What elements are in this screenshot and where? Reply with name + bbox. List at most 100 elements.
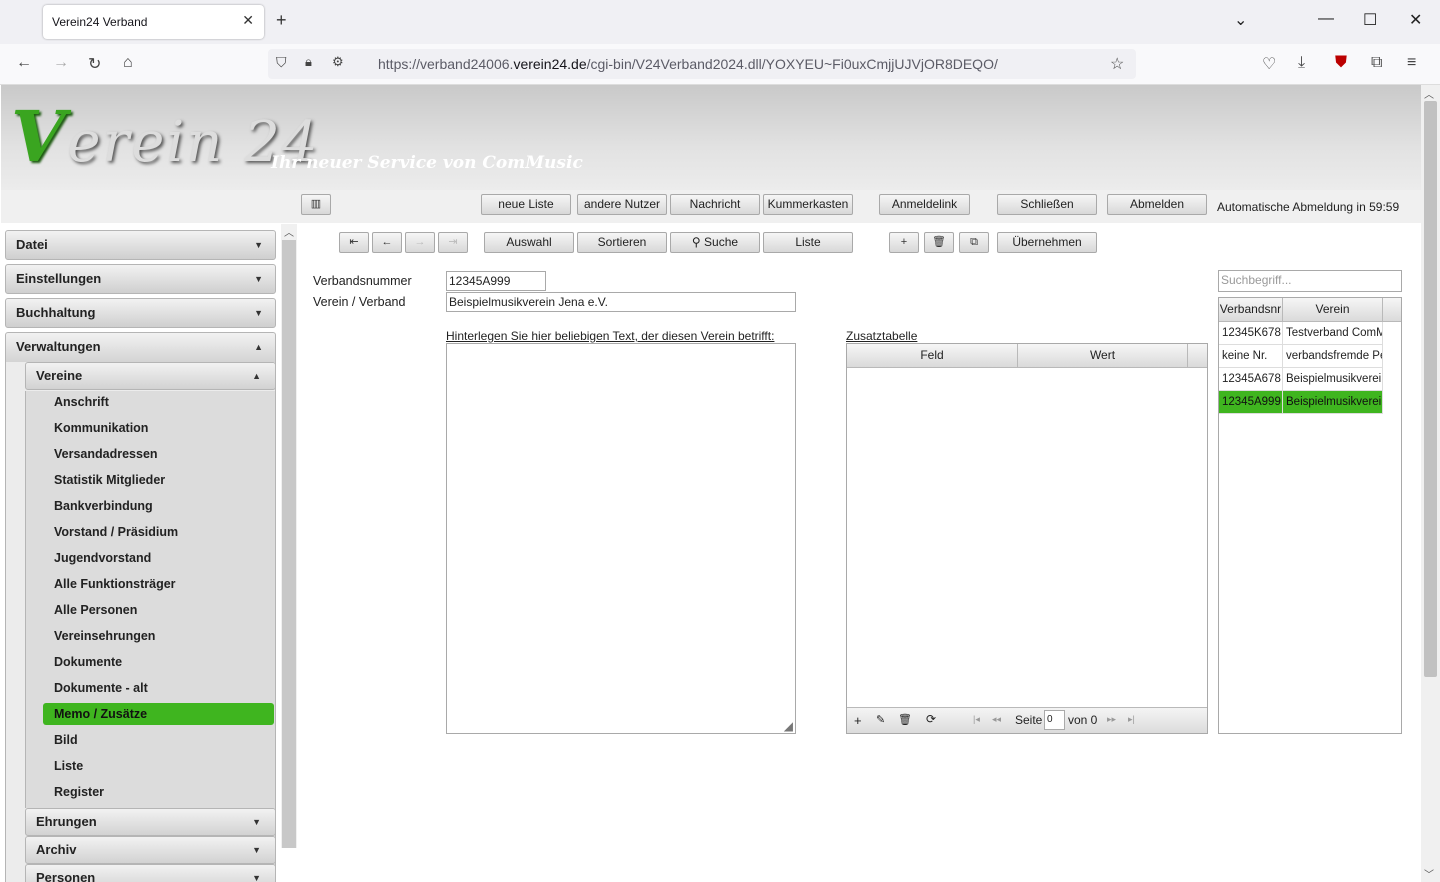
list-cell[interactable]: 12345K678	[1219, 322, 1283, 345]
scroll-up-icon[interactable]: ︿	[284, 224, 294, 239]
ublock-icon[interactable]: ⛊	[1335, 54, 1347, 72]
sidebar-section-einstellungen[interactable]: Einstellungen ▼	[5, 264, 276, 294]
column-header-verbandsnr[interactable]: Verbandsnr	[1219, 298, 1283, 322]
sidebar-sub-ehrungen[interactable]: Ehrungen ▼	[25, 808, 276, 836]
column-header-feld[interactable]: Feld	[847, 344, 1018, 368]
chevron-down-icon: ▼	[252, 873, 261, 882]
first-record-icon[interactable]: ⇤	[339, 232, 369, 253]
sidebar-item-memo-zusaetze[interactable]: Memo / Zusätze	[43, 703, 274, 725]
verbandsnummer-field[interactable]: 12345A999	[446, 271, 546, 291]
refresh-icon[interactable]: ⟳	[926, 712, 936, 726]
list-tabs-icon[interactable]: ⌄	[1234, 10, 1247, 30]
sidebar-item-anschrift[interactable]: Anschrift	[43, 391, 274, 413]
sidebar-item-dokumente-alt[interactable]: Dokumente - alt	[43, 677, 274, 699]
back-icon[interactable]: ←	[16, 54, 32, 72]
sidebar-item-liste[interactable]: Liste	[43, 755, 274, 777]
list-cell[interactable]: verbandsfremde Personen	[1283, 345, 1383, 368]
permissions-icon[interactable]: ⚙	[332, 54, 344, 70]
sidebar-item-vereinsehrungen[interactable]: Vereinsehrungen	[43, 625, 274, 647]
next-page-icon[interactable]: ▸▸	[1107, 714, 1116, 725]
kummerkasten-button[interactable]: Kummerkasten	[763, 194, 853, 215]
search-input[interactable]: Suchbegriff...	[1218, 270, 1402, 292]
sidebar-item-dokumente[interactable]: Dokumente	[43, 651, 274, 673]
sidebar-item-funktionstraeger[interactable]: Alle Funktionsträger	[43, 573, 274, 595]
list-cell-selected[interactable]: 12345A999	[1219, 391, 1283, 414]
bookmark-star-icon[interactable]: ☆	[1110, 54, 1124, 74]
download-icon[interactable]: ⤓	[1298, 54, 1305, 72]
shield-icon[interactable]: ⛉	[276, 54, 287, 71]
abmelden-button[interactable]: Abmelden	[1107, 194, 1207, 215]
prev-page-icon[interactable]: ◂◂	[992, 714, 1001, 725]
column-header-wert[interactable]: Wert	[1018, 344, 1188, 368]
sidebar-section-buchhaltung[interactable]: Buchhaltung ▼	[5, 298, 276, 328]
next-record-icon[interactable]: →	[405, 232, 435, 253]
chevron-up-icon: ▲	[254, 342, 263, 352]
sidebar-sub-archiv[interactable]: Archiv ▼	[25, 836, 276, 864]
sidebar-item-statistik-mitglieder[interactable]: Statistik Mitglieder	[43, 469, 274, 491]
sidebar-item-kommunikation[interactable]: Kommunikation	[43, 417, 274, 439]
nachricht-button[interactable]: Nachricht	[670, 194, 760, 215]
sidebar-section-verwaltungen[interactable]: Verwaltungen ▲	[5, 332, 276, 366]
page-number-input[interactable]: 0	[1044, 710, 1065, 730]
sortieren-button[interactable]: Sortieren	[577, 232, 667, 253]
last-record-icon[interactable]: ⇥	[438, 232, 468, 253]
neue-liste-button[interactable]: neue Liste	[481, 194, 571, 215]
home-icon[interactable]: ⌂	[123, 54, 133, 72]
add-row-icon[interactable]: +	[854, 713, 862, 728]
list-cell-selected[interactable]: Beispielmusikverein	[1283, 391, 1383, 414]
delete-row-icon[interactable]: 🗑︎	[898, 713, 912, 726]
list-cell[interactable]: Testverband ComMusic	[1283, 322, 1383, 345]
prev-record-icon[interactable]: ←	[372, 232, 402, 253]
forward-icon[interactable]: →	[53, 54, 69, 72]
schliessen-button[interactable]: Schließen	[997, 194, 1097, 215]
page-scrollbar-thumb[interactable]	[1424, 101, 1437, 677]
verbandsnummer-label: Verbandsnummer	[313, 274, 412, 288]
sidebar: Datei ▼ Einstellungen ▼ Buchhaltung ▼ Verwa…	[5, 228, 277, 882]
sidebar-item-register[interactable]: Register	[43, 781, 274, 803]
minimize-icon[interactable]: —	[1318, 10, 1334, 28]
sidebar-sub-personen[interactable]: Personen ▼	[25, 864, 276, 882]
memo-textarea[interactable]: ◢	[446, 343, 796, 734]
anmeldelink-button[interactable]: Anmeldelink	[879, 194, 970, 215]
sidebar-item-bild[interactable]: Bild	[43, 729, 274, 751]
first-page-icon[interactable]: |◂	[973, 714, 980, 725]
add-record-icon[interactable]: +	[889, 232, 919, 253]
sidebar-scrollbar-thumb[interactable]	[282, 240, 296, 848]
sidebar-item-bankverbindung[interactable]: Bankverbindung	[43, 495, 274, 517]
browser-tab[interactable]: Verein24 Verband ✕	[43, 5, 264, 39]
menu-icon[interactable]: ≡	[1407, 54, 1416, 72]
scroll-up-icon[interactable]: ︿	[1424, 86, 1434, 101]
suche-button[interactable]: ⚲ Suche	[670, 232, 760, 253]
edit-row-icon[interactable]: ✎	[876, 713, 885, 726]
sidebar-item-alle-personen[interactable]: Alle Personen	[43, 599, 274, 621]
last-page-icon[interactable]: ▸|	[1128, 714, 1135, 725]
scroll-down-icon[interactable]: ﹀	[1424, 866, 1434, 881]
auswahl-button[interactable]: Auswahl	[484, 232, 574, 253]
list-cell[interactable]: Beispielmusikverein	[1283, 368, 1383, 391]
column-header-verein[interactable]: Verein	[1283, 298, 1383, 322]
pocket-icon[interactable]: ♡	[1262, 54, 1276, 74]
verein-field[interactable]: Beispielmusikverein Jena e.V.	[446, 292, 796, 312]
liste-button[interactable]: Liste	[763, 232, 853, 253]
lock-icon[interactable]: 🔒︎	[305, 54, 312, 70]
copy-record-icon[interactable]: ⧉	[959, 232, 989, 253]
list-cell[interactable]: 12345A678	[1219, 368, 1283, 391]
sidebar-item-vorstand[interactable]: Vorstand / Präsidium	[43, 521, 274, 543]
sidebar-section-datei[interactable]: Datei ▼	[5, 230, 276, 260]
close-window-icon[interactable]: ✕	[1409, 10, 1422, 30]
uebernehmen-button[interactable]: Übernehmen	[997, 232, 1097, 253]
sidebar-sub-vereine[interactable]: Vereine ▲	[25, 362, 276, 390]
maximize-icon[interactable]: ☐	[1363, 10, 1377, 30]
resize-handle-icon[interactable]: ◢	[784, 719, 793, 733]
close-tab-icon[interactable]: ✕	[242, 12, 254, 29]
delete-record-icon[interactable]: 🗑︎	[924, 232, 954, 253]
address-bar[interactable]: ⛉ 🔒︎ ⚙ https://verband24006.verein24.de/…	[268, 49, 1136, 79]
sidebar-toggle-button[interactable]: ▥	[301, 194, 331, 215]
reload-icon[interactable]: ↻	[88, 54, 101, 74]
sidebar-item-jugendvorstand[interactable]: Jugendvorstand	[43, 547, 274, 569]
extensions-icon[interactable]: ⧉	[1371, 54, 1382, 72]
andere-nutzer-button[interactable]: andere Nutzer	[577, 194, 667, 215]
list-cell[interactable]: keine Nr.	[1219, 345, 1283, 368]
sidebar-item-versandadressen[interactable]: Versandadressen	[43, 443, 274, 465]
new-tab-icon[interactable]: +	[276, 10, 287, 31]
